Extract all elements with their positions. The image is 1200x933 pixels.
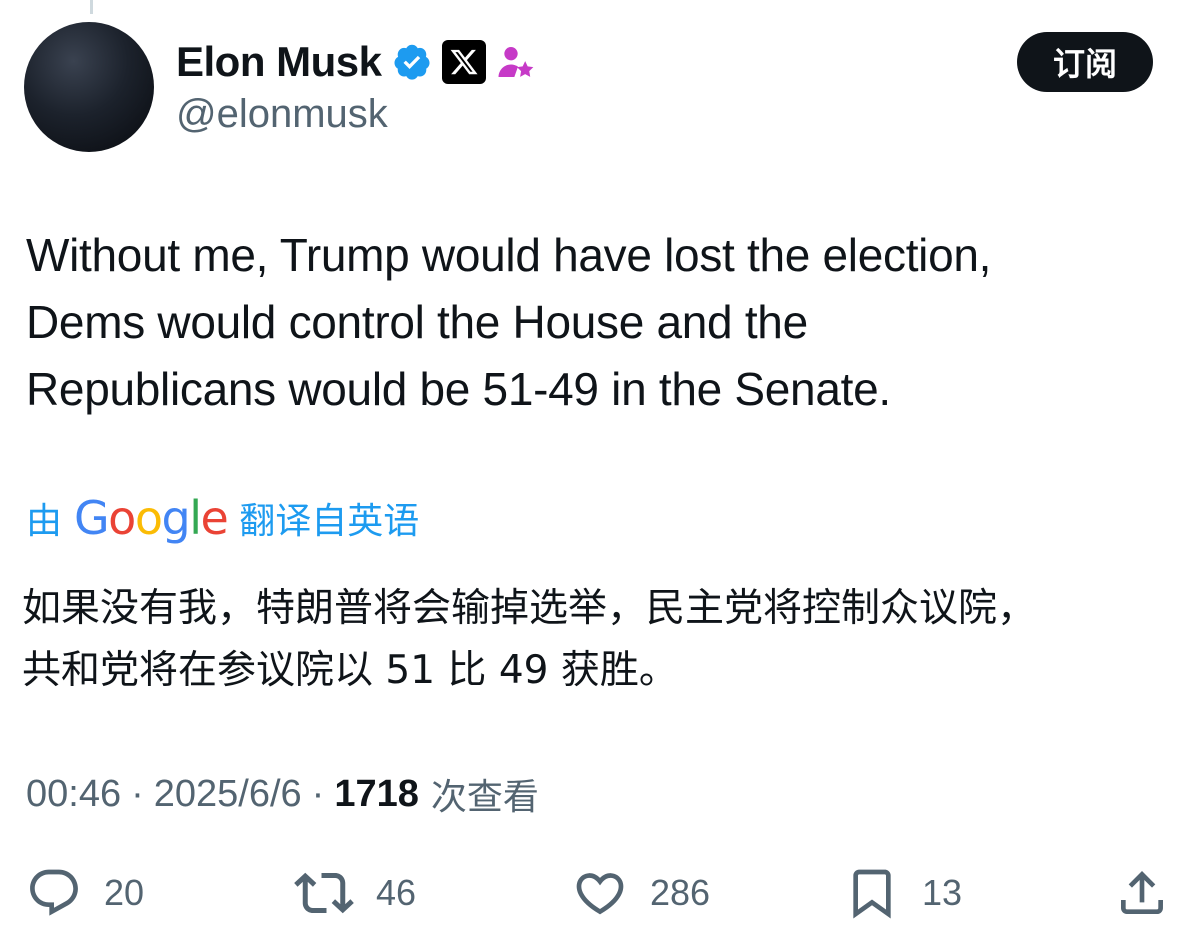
translated-text: 如果没有我，特朗普将会输掉选举，民主党将控制众议院， 共和党将在参议院以 51 …: [22, 578, 1182, 702]
meta-separator: ·: [311, 772, 325, 815]
translation-by-label: 由: [26, 500, 63, 541]
tweet-date[interactable]: 2025/6/6: [154, 773, 302, 816]
meta-separator: ·: [131, 772, 144, 815]
translated-text-line: 如果没有我，特朗普将会输掉选举，民主党将控制众议院，: [22, 586, 1037, 631]
subscribe-button[interactable]: 订阅: [1017, 32, 1153, 92]
translation-attribution[interactable]: 由 Google 翻译自英语: [26, 490, 419, 546]
tweet-text-line: Dems would control the House and the: [26, 296, 808, 348]
repost-button[interactable]: 46: [294, 858, 416, 928]
repost-icon: [294, 872, 354, 914]
tweet-text: Without me, Trump would have lost the el…: [26, 222, 1176, 423]
tweet-time[interactable]: 00:46: [26, 773, 121, 816]
like-button[interactable]: 286: [572, 858, 710, 928]
reply-icon: [30, 869, 78, 916]
person-star-icon[interactable]: [496, 42, 536, 82]
heart-icon: [576, 873, 624, 915]
tweet-text-line: Without me, Trump would have lost the el…: [26, 229, 992, 281]
verified-badge-icon[interactable]: [392, 42, 432, 82]
tweet-text-line: Republicans would be 51-49 in the Senate…: [26, 363, 891, 415]
translated-from-label: 翻译自英语: [239, 500, 420, 541]
tweet-meta: 00:46 · 2025/6/6 · 1718 次查看: [26, 768, 539, 820]
x-logo-icon[interactable]: [441, 40, 486, 84]
reply-count: 20: [104, 872, 145, 913]
translated-text-line: 共和党将在参议院以 51 比 49 获胜。: [22, 648, 678, 693]
thread-connector: [90, 0, 93, 14]
repost-count: 46: [376, 872, 417, 913]
bookmark-count: 13: [922, 872, 963, 913]
like-count: 286: [650, 872, 711, 913]
views-count[interactable]: 1718: [334, 773, 419, 816]
google-logo: Google: [74, 491, 229, 545]
bookmark-icon: [853, 869, 891, 919]
bookmark-button[interactable]: 13: [844, 858, 962, 928]
share-icon: [1121, 871, 1163, 914]
action-bar: 20 46 286 13: [0, 858, 1200, 928]
views-label: 次查看: [430, 777, 539, 818]
reply-button[interactable]: 20: [26, 858, 144, 928]
author-name-row: Elon Musk: [176, 36, 536, 88]
avatar[interactable]: [24, 22, 154, 152]
share-button[interactable]: [1114, 858, 1170, 928]
author-display-name[interactable]: Elon Musk: [176, 38, 382, 86]
author-handle[interactable]: @elonmusk: [176, 92, 388, 137]
